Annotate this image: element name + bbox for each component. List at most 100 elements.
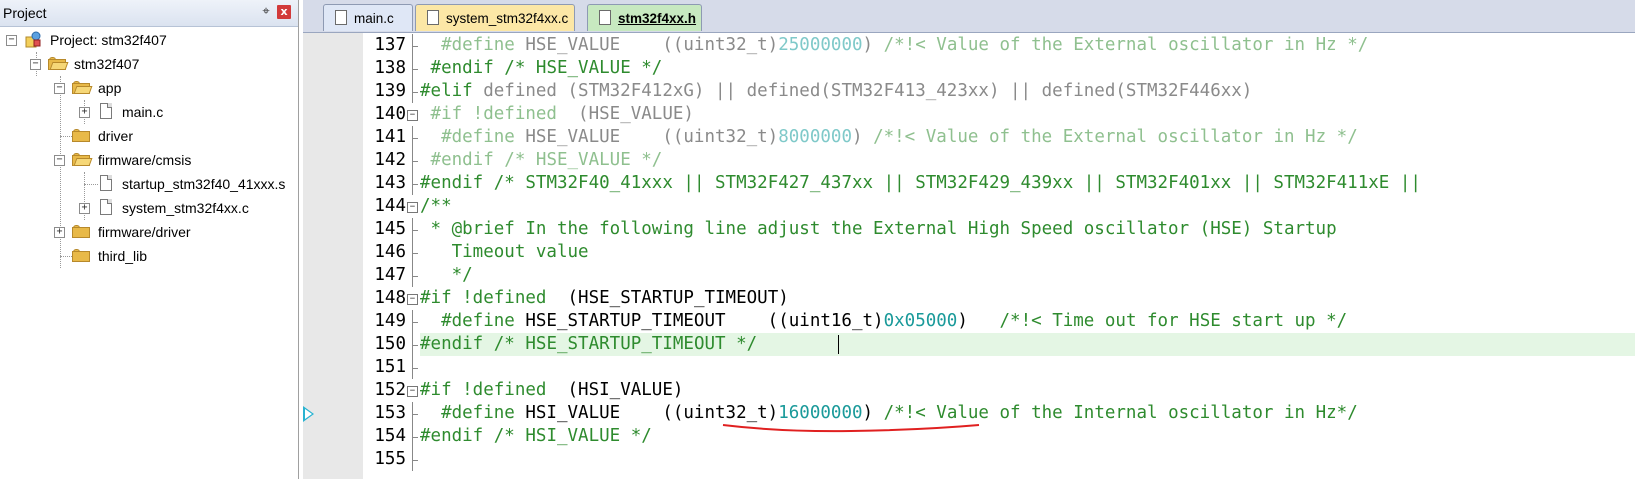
tab-label: system_stm32f4xx.c [446,11,569,26]
fold-toggle-icon[interactable]: − [407,294,418,305]
fold-toggle-icon[interactable]: − [407,386,418,397]
code-token: #if !defined [420,288,568,308]
project-panel: Project ⌖ x − Project: stm32f407 − stm32… [0,0,299,479]
code-token: #define [420,403,526,423]
tree-item-label: startup_stm32f40_41xxx.s [122,176,286,192]
tab-system-stm32f4xx-c[interactable]: system_stm32f4xx.c [415,4,575,31]
code-token: ) [862,403,884,423]
code-token: #endif [420,334,494,354]
close-icon[interactable]: x [277,5,291,19]
code-token: /*!< Value of the External oscillator in… [873,127,1358,147]
fold-toggle-icon[interactable]: − [407,202,418,213]
tree-item-app[interactable]: − app [0,76,296,100]
file-icon [599,10,611,25]
fold-guide [412,230,418,231]
code-line[interactable]: #endif /* HSI_VALUE */ [420,425,652,448]
tree-item-label: system_stm32f4xx.c [122,200,249,216]
code-token: HSE_VALUE ((uint32_t) [525,127,779,147]
code-line[interactable]: #define HSE_VALUE ((uint32_t)8000000) /*… [420,126,1358,149]
tree-item-third-lib[interactable]: third_lib [0,244,296,268]
code-line[interactable]: Timeout value [420,241,589,264]
fold-guide [412,184,418,185]
tree-item-label: driver [98,128,134,144]
code-token: /* HSE_VALUE */ [504,58,663,78]
tab-label: main.c [354,11,394,26]
code-token: ) [957,311,1000,331]
code-line[interactable]: * @brief In the following line adjust th… [420,218,1337,241]
tab-main-c[interactable]: main.c [323,4,413,31]
code-line[interactable]: #elif defined (STM32F412xG) || defined(S… [420,80,1252,103]
line-number: 137 [374,35,406,55]
collapse-icon[interactable]: − [54,155,65,166]
code-line[interactable]: #define HSE_STARTUP_TIMEOUT ((uint16_t)0… [420,310,1347,333]
line-number: 155 [374,449,406,469]
code-line[interactable]: #endif /* STM32F40_41xxx || STM32F427_43… [420,172,1421,195]
collapse-icon[interactable]: − [6,35,17,46]
tree-item-firmware-cmsis[interactable]: − firmware/cmsis [0,148,296,172]
tree-item-main-c[interactable]: + main.c [0,100,296,124]
code-token: /** [420,196,452,216]
fold-guide [412,414,418,415]
code-token: (HSE_VALUE) [578,104,694,124]
code-token: #elif [420,81,484,101]
code-token: #define [420,311,526,331]
code-token: ((uint32_t) [662,35,779,55]
fold-guide [412,437,418,438]
project-icon [25,31,41,48]
code-line[interactable]: #if !defined (HSI_VALUE) [420,379,683,402]
pin-icon[interactable]: ⌖ [258,4,274,20]
code-token: /*!< Time out for HSE start up */ [999,311,1348,331]
tree-item-target[interactable]: − stm32f407 [0,52,296,76]
tab-stm32f4xx-h[interactable]: stm32f4xx.h [587,4,702,31]
code-token: #define [420,127,526,147]
tree-item-startup-file[interactable]: startup_stm32f40_41xxx.s [0,172,296,196]
line-number: 142 [374,150,406,170]
line-number: 150 [374,334,406,354]
code-line[interactable]: #if !defined (HSE_STARTUP_TIMEOUT) [420,287,789,310]
tree-item-label: third_lib [98,248,148,264]
code-line[interactable]: /** [420,195,452,218]
line-number: 141 [374,127,406,147]
expand-icon[interactable]: + [79,203,90,214]
code-token: 0x05000 [883,311,958,331]
code-token: HSE_VALUE [525,35,663,55]
file-icon [100,199,112,215]
code-token: /* HSE_VALUE */ [504,150,663,170]
project-panel-title: Project [3,5,47,21]
code-line[interactable]: */ [420,264,473,287]
code-line[interactable]: #endif /* HSE_VALUE */ [420,57,663,80]
code-token: #endif [420,426,494,446]
tree-item-label: app [98,80,122,96]
fold-guide [412,276,418,277]
tree-item-firmware-driver[interactable]: + firmware/driver [0,220,296,244]
tree-item-system-file[interactable]: + system_stm32f4xx.c [0,196,296,220]
code-token: /* HSE_STARTUP_TIMEOUT */ [493,334,758,354]
fold-guide [412,138,418,139]
code-line[interactable]: #if !defined (HSE_VALUE) [420,103,694,126]
tree-item-label: main.c [122,104,164,120]
text-cursor [838,335,839,354]
fold-toggle-icon[interactable]: − [407,110,418,121]
fold-guide [412,460,418,461]
file-icon [427,10,439,25]
line-number: 138 [374,58,406,78]
tree-item-label: stm32f407 [74,56,140,72]
expand-icon[interactable]: + [79,107,90,118]
tree-item-project[interactable]: − Project: stm32f407 [0,28,296,52]
code-line[interactable]: #define HSE_VALUE ((uint32_t)25000000) /… [420,34,1368,57]
collapse-icon[interactable]: − [30,59,41,70]
collapse-icon[interactable]: − [54,83,65,94]
line-number: 144 [374,196,406,216]
code-token: #define [420,35,526,55]
code-line[interactable]: #endif /* HSE_STARTUP_TIMEOUT */ [420,333,757,356]
code-token: /* STM32F40_41xxx || STM32F427_437xx || … [493,173,1421,193]
tree-item-driver[interactable]: driver [0,124,296,148]
code-token: ) [862,35,884,55]
execution-arrow-icon [303,406,314,422]
code-editor[interactable]: 137 #define HSE_VALUE ((uint32_t)2500000… [303,33,1635,479]
expand-icon[interactable]: + [54,227,65,238]
code-token: #endif [420,58,505,78]
line-number: 145 [374,219,406,239]
code-token: #if !defined [420,380,568,400]
code-line[interactable]: #endif /* HSE_VALUE */ [420,149,663,172]
